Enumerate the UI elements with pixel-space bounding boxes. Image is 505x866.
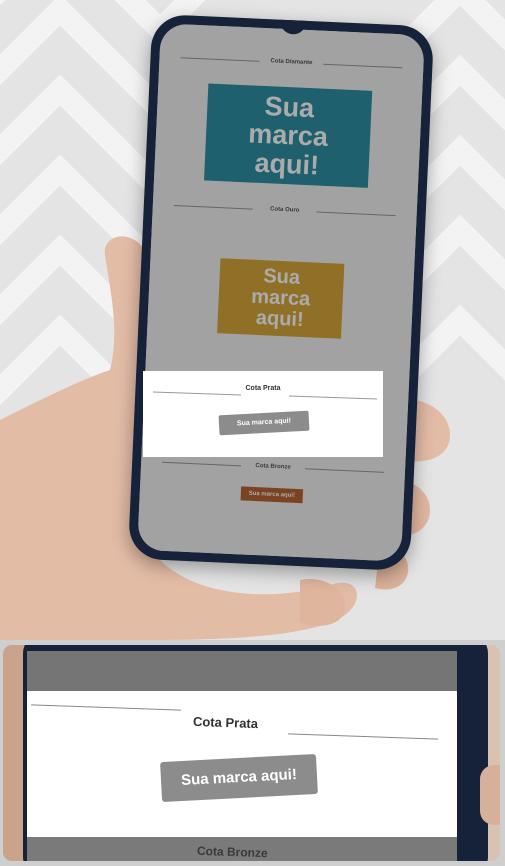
divider-line <box>289 395 377 400</box>
tier-prata-highlight: Cota Prata Sua marca aqui! <box>143 371 383 457</box>
zoomed-next-tier-title: Cota Bronze <box>196 843 268 861</box>
smartphone: Cota Diamante Sua marca aqui! Cota Ouro … <box>127 13 435 572</box>
finger-edge <box>480 765 500 825</box>
zoomed-tier-title: Cota Prata <box>192 713 259 732</box>
phone-screen: Cota Diamante Sua marca aqui! Cota Ouro … <box>137 23 425 562</box>
tier-title: Cota Prata <box>245 385 281 392</box>
photo-scene: Cota Diamante Sua marca aqui! Cota Ouro … <box>0 0 505 640</box>
divider-line <box>153 391 241 396</box>
zoomed-brand-logo-placeholder[interactable]: Sua marca aqui! <box>160 753 318 803</box>
brand-logo-placeholder[interactable]: Sua marca aqui! <box>218 410 310 436</box>
zoom-frame: Cota Prata Sua marca aqui! Cota Bronze <box>0 642 503 864</box>
dim-overlay <box>137 23 425 562</box>
zoomed-screen-dimmed-top <box>27 651 457 691</box>
zoom-inset: Cota Prata Sua marca aqui! Cota Bronze <box>0 640 505 866</box>
